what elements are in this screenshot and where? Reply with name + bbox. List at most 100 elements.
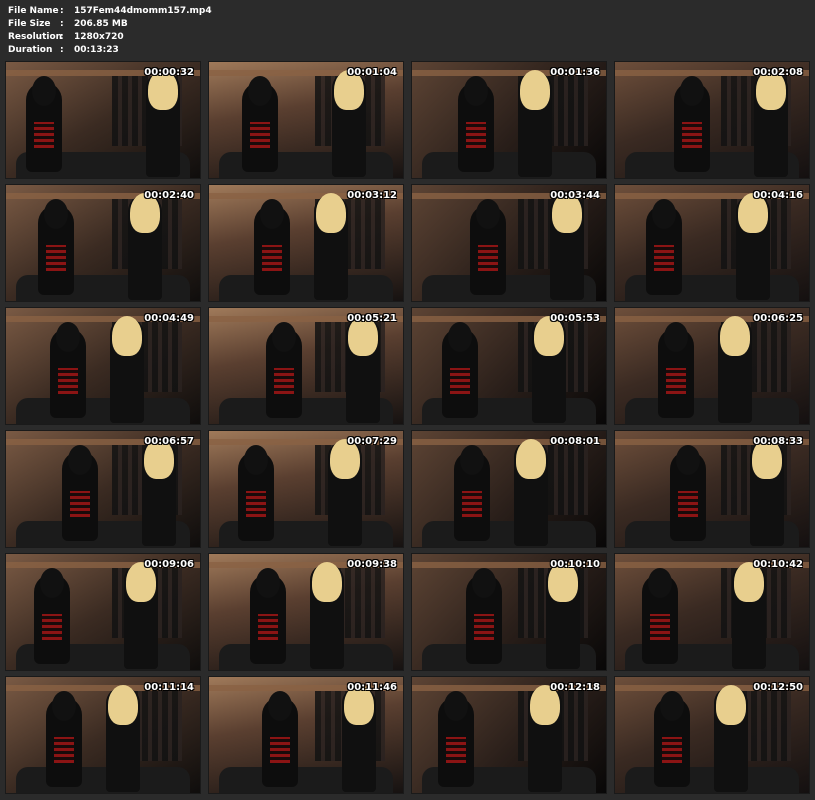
scene-figure-dark-hair xyxy=(38,199,74,295)
video-thumbnail: 00:08:01 xyxy=(411,430,607,548)
scene-bed xyxy=(422,152,596,178)
scene-figure-blonde-hair xyxy=(736,193,770,300)
scene-figure-dark-hair xyxy=(470,199,506,295)
scene-figure-dark-hair xyxy=(262,691,298,787)
thumbnail-timestamp: 00:00:32 xyxy=(144,67,194,78)
scene-figure-dark-hair xyxy=(454,445,490,541)
video-thumbnail: 00:11:14 xyxy=(5,676,201,794)
video-thumbnail: 00:09:38 xyxy=(208,553,404,671)
scene-figure-dark-hair xyxy=(50,322,86,418)
scene-bed xyxy=(625,398,799,424)
scene-figure-blonde-hair xyxy=(750,439,784,546)
scene-figure-blonde-hair xyxy=(532,316,566,423)
video-thumbnail: 00:04:49 xyxy=(5,307,201,425)
file-name-label: File Name xyxy=(8,6,59,16)
thumbnail-timestamp: 00:01:04 xyxy=(347,67,397,78)
resolution-label: Resolution xyxy=(8,32,63,42)
file-size-row: File Size : 206.85 MB xyxy=(8,18,212,31)
thumbnail-timestamp: 00:11:46 xyxy=(347,682,397,693)
thumbnail-timestamp: 00:05:53 xyxy=(550,313,600,324)
video-thumbnail: 00:07:29 xyxy=(208,430,404,548)
thumbnail-grid: 00:00:32 00:01:04 00:01:36 00:02:08 00:02:40… xyxy=(5,61,810,794)
video-thumbnail: 00:02:40 xyxy=(5,184,201,302)
scene-figure-blonde-hair xyxy=(128,193,162,300)
scene-bed xyxy=(16,398,190,424)
file-size-value: 206.85 MB xyxy=(74,19,128,29)
video-thumbnail: 00:00:32 xyxy=(5,61,201,179)
video-thumbnail: 00:02:08 xyxy=(614,61,810,179)
scene-figure-dark-hair xyxy=(62,445,98,541)
thumbnail-timestamp: 00:09:06 xyxy=(144,559,194,570)
scene-figure-blonde-hair xyxy=(124,562,158,669)
separator: : xyxy=(60,45,64,55)
thumbnail-timestamp: 00:10:10 xyxy=(550,559,600,570)
scene-figure-dark-hair xyxy=(254,199,290,295)
video-thumbnail: 00:10:10 xyxy=(411,553,607,671)
thumbnail-timestamp: 00:02:08 xyxy=(753,67,803,78)
duration-value: 00:13:23 xyxy=(74,45,119,55)
scene-figure-dark-hair xyxy=(674,76,710,172)
scene-figure-blonde-hair xyxy=(110,316,144,423)
scene-figure-dark-hair xyxy=(46,691,82,787)
scene-figure-blonde-hair xyxy=(514,439,548,546)
thumbnail-timestamp: 00:06:25 xyxy=(753,313,803,324)
video-thumbnail: 00:09:06 xyxy=(5,553,201,671)
video-thumbnail: 00:12:18 xyxy=(411,676,607,794)
video-thumbnail: 00:05:53 xyxy=(411,307,607,425)
scene-figure-blonde-hair xyxy=(332,70,366,177)
scene-bed xyxy=(422,521,596,547)
thumbnail-timestamp: 00:09:38 xyxy=(347,559,397,570)
video-thumbnail: 00:12:50 xyxy=(614,676,810,794)
video-thumbnail: 00:03:44 xyxy=(411,184,607,302)
video-thumbnail: 00:05:21 xyxy=(208,307,404,425)
thumbnail-timestamp: 00:04:16 xyxy=(753,190,803,201)
scene-figure-dark-hair xyxy=(238,445,274,541)
separator: : xyxy=(60,32,64,42)
scene-figure-blonde-hair xyxy=(346,316,380,423)
scene-figure-dark-hair xyxy=(658,322,694,418)
video-thumbnail: 00:06:57 xyxy=(5,430,201,548)
file-name-value: 157Fem44dmomm157.mp4 xyxy=(74,6,212,16)
video-thumbnail: 00:04:16 xyxy=(614,184,810,302)
scene-figure-dark-hair xyxy=(654,691,690,787)
scene-figure-blonde-hair xyxy=(314,193,348,300)
scene-figure-dark-hair xyxy=(646,199,682,295)
thumbnail-timestamp: 00:01:36 xyxy=(550,67,600,78)
scene-figure-blonde-hair xyxy=(754,70,788,177)
thumbnail-timestamp: 00:08:01 xyxy=(550,436,600,447)
scene-figure-blonde-hair xyxy=(546,562,580,669)
thumbnail-timestamp: 00:03:12 xyxy=(347,190,397,201)
separator: : xyxy=(60,19,64,29)
scene-figure-blonde-hair xyxy=(146,70,180,177)
thumbnail-timestamp: 00:08:33 xyxy=(753,436,803,447)
scene-figure-blonde-hair xyxy=(528,685,562,792)
scene-bed xyxy=(625,767,799,793)
scene-figure-dark-hair xyxy=(458,76,494,172)
scene-figure-dark-hair xyxy=(442,322,478,418)
resolution-value: 1280x720 xyxy=(74,32,124,42)
scene-figure-blonde-hair xyxy=(342,685,376,792)
scene-bed xyxy=(219,275,393,301)
scene-figure-blonde-hair xyxy=(106,685,140,792)
scene-bed xyxy=(16,767,190,793)
file-size-label: File Size xyxy=(8,19,51,29)
thumbnail-timestamp: 00:10:42 xyxy=(753,559,803,570)
video-thumbnail: 00:01:36 xyxy=(411,61,607,179)
video-thumbnail: 00:01:04 xyxy=(208,61,404,179)
duration-row: Duration : 00:13:23 xyxy=(8,44,212,57)
thumbnail-timestamp: 00:05:21 xyxy=(347,313,397,324)
file-name-row: File Name : 157Fem44dmomm157.mp4 xyxy=(8,5,212,18)
scene-figure-dark-hair xyxy=(34,568,70,664)
scene-figure-blonde-hair xyxy=(328,439,362,546)
resolution-row: Resolution : 1280x720 xyxy=(8,31,212,44)
scene-bed xyxy=(219,644,393,670)
scene-figure-blonde-hair xyxy=(518,70,552,177)
scene-figure-dark-hair xyxy=(242,76,278,172)
scene-figure-blonde-hair xyxy=(550,193,584,300)
video-thumbnail: 00:10:42 xyxy=(614,553,810,671)
thumbnail-timestamp: 00:12:18 xyxy=(550,682,600,693)
video-thumbnail: 00:11:46 xyxy=(208,676,404,794)
thumbnail-timestamp: 00:04:49 xyxy=(144,313,194,324)
scene-figure-dark-hair xyxy=(642,568,678,664)
thumbnail-timestamp: 00:06:57 xyxy=(144,436,194,447)
